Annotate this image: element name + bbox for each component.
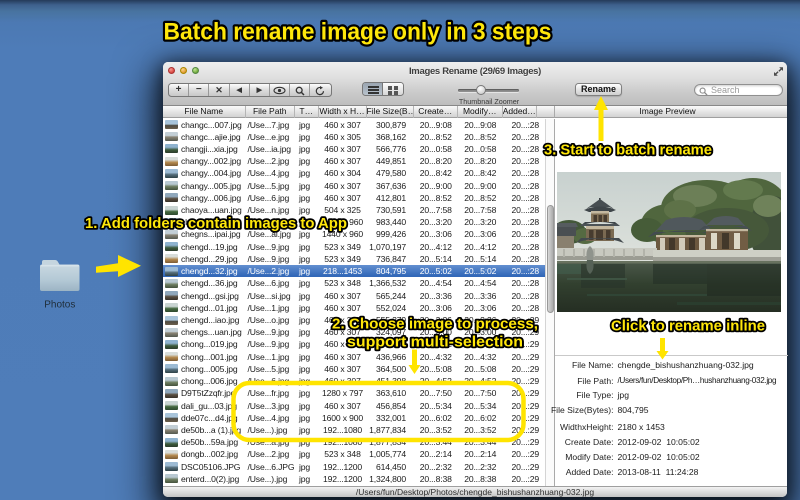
svg-text:Batch rename image only in 3 s: Batch rename image only in 3 steps [164, 19, 552, 46]
svg-text:Photos: Photos [44, 300, 75, 311]
